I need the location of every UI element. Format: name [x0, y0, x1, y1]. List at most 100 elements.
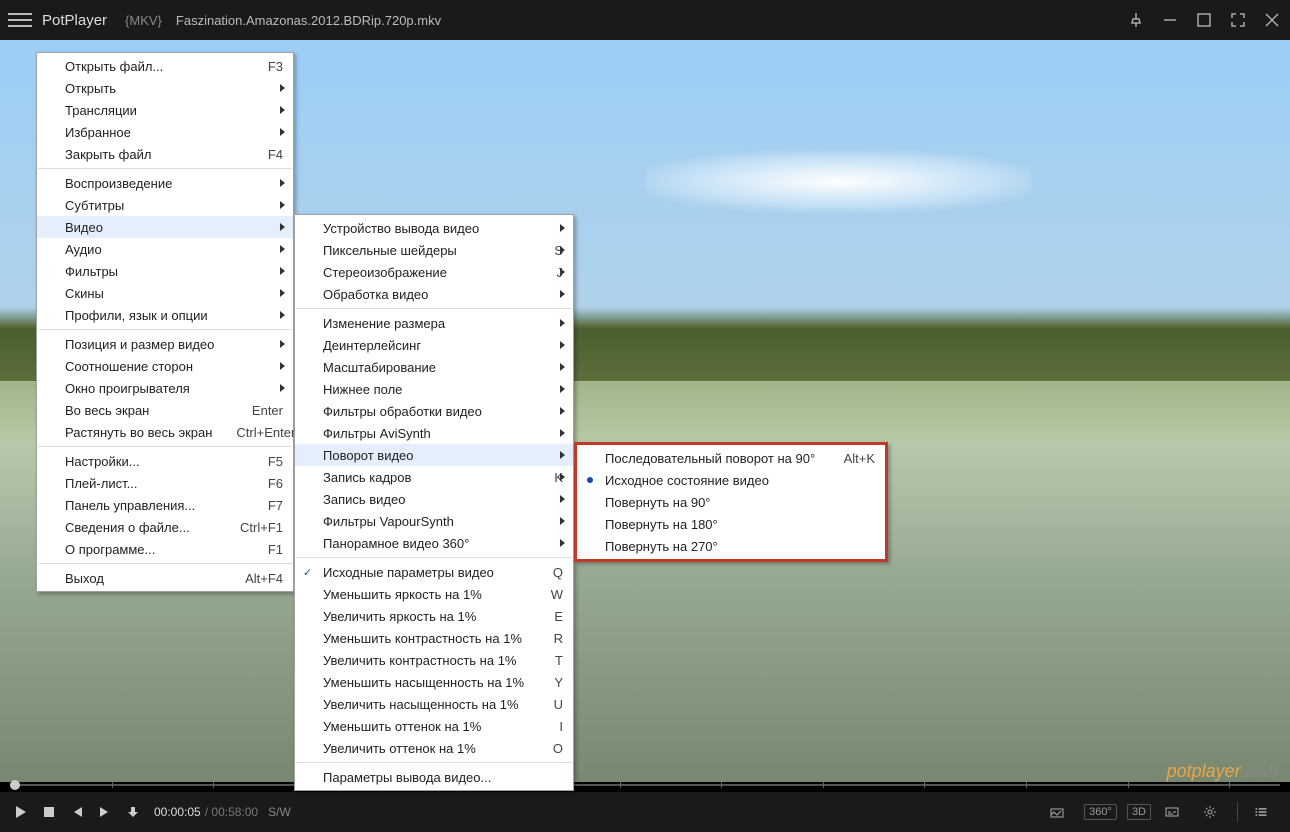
stop-button[interactable] [38, 801, 60, 823]
menu-item[interactable]: Обработка видео [295, 283, 573, 305]
menu-item-shortcut: F7 [268, 498, 283, 513]
menu-item[interactable]: Уменьшить насыщенность на 1%Y [295, 671, 573, 693]
seekbar-track[interactable] [10, 784, 1280, 786]
menu-item[interactable]: ВыходAlt+F4 [37, 567, 293, 589]
menu-item[interactable]: Настройки...F5 [37, 450, 293, 472]
menu-item[interactable]: Запись кадровK [295, 466, 573, 488]
menu-item[interactable]: Увеличить оттенок на 1%O [295, 737, 573, 759]
close-button[interactable] [1262, 10, 1282, 30]
menu-item-shortcut: Ctrl+Enter [236, 425, 295, 440]
menu-item-label: Выход [65, 571, 221, 586]
open-file-button[interactable] [122, 801, 144, 823]
seekbar-thumb[interactable] [10, 780, 20, 790]
fullscreen-button[interactable] [1228, 10, 1248, 30]
menu-item-label: Нижнее поле [323, 382, 563, 397]
renderer-indicator[interactable]: S/W [268, 805, 291, 819]
menu-item[interactable]: Устройство вывода видео [295, 217, 573, 239]
menu-item[interactable]: Во весь экранEnter [37, 399, 293, 421]
menu-item[interactable]: Окно проигрывателя [37, 377, 293, 399]
menu-item[interactable]: Запись видео [295, 488, 573, 510]
next-button[interactable] [94, 801, 116, 823]
menu-item-label: Увеличить насыщенность на 1% [323, 697, 530, 712]
menu-item[interactable]: Воспроизведение [37, 172, 293, 194]
360-button[interactable]: 360° [1084, 804, 1117, 820]
menu-item[interactable]: Аудио [37, 238, 293, 260]
menu-item[interactable]: Закрыть файлF4 [37, 143, 293, 165]
settings-button[interactable] [1199, 801, 1221, 823]
menu-item[interactable]: Фильтры обработки видео [295, 400, 573, 422]
submenu-arrow-icon [280, 84, 285, 92]
menu-item[interactable]: Уменьшить яркость на 1%W [295, 583, 573, 605]
menu-item[interactable]: Фильтры VapourSynth [295, 510, 573, 532]
menu-item[interactable]: Позиция и размер видео [37, 333, 293, 355]
menu-item[interactable]: Панорамное видео 360° [295, 532, 573, 554]
menu-item[interactable]: Нижнее поле [295, 378, 573, 400]
menu-item[interactable]: Повернуть на 270° [577, 535, 885, 557]
subtitle-button[interactable] [1161, 801, 1183, 823]
menu-item[interactable]: О программе...F1 [37, 538, 293, 560]
menu-item[interactable]: Пиксельные шейдерыS [295, 239, 573, 261]
submenu-arrow-icon [280, 223, 285, 231]
play-button[interactable] [10, 801, 32, 823]
menu-item[interactable]: Поворот видео [295, 444, 573, 466]
menu-item[interactable]: Повернуть на 180° [577, 513, 885, 535]
minimize-button[interactable] [1160, 10, 1180, 30]
menu-item[interactable]: Последовательный поворот на 90°Alt+K [577, 447, 885, 469]
menu-item-label: Параметры вывода видео... [323, 770, 563, 785]
menu-item[interactable]: Деинтерлейсинг [295, 334, 573, 356]
menu-item[interactable]: Фильтры [37, 260, 293, 282]
menu-item-label: Во весь экран [65, 403, 228, 418]
menu-item-label: Уменьшить насыщенность на 1% [323, 675, 530, 690]
menu-item-label: Повернуть на 270° [605, 539, 875, 554]
submenu-arrow-icon [280, 362, 285, 370]
menu-item[interactable]: Растянуть во весь экранCtrl+Enter [37, 421, 293, 443]
titlebar: PotPlayer {MKV} Faszination.Amazonas.201… [0, 0, 1290, 40]
menu-item-label: Масштабирование [323, 360, 563, 375]
menu-item[interactable]: Уменьшить оттенок на 1%I [295, 715, 573, 737]
menu-item[interactable]: Открыть [37, 77, 293, 99]
submenu-arrow-icon [560, 246, 565, 254]
menu-item[interactable]: Профили, язык и опции [37, 304, 293, 326]
menu-item[interactable]: Исходное состояние видео [577, 469, 885, 491]
menu-item[interactable]: Плей-лист...F6 [37, 472, 293, 494]
menu-item[interactable]: Повернуть на 90° [577, 491, 885, 513]
menu-item[interactable]: Изменение размера [295, 312, 573, 334]
prev-button[interactable] [66, 801, 88, 823]
menu-item[interactable]: Видео [37, 216, 293, 238]
menu-item-shortcut: R [554, 631, 563, 646]
menu-item[interactable]: Параметры вывода видео... [295, 766, 573, 788]
menu-item[interactable]: Скины [37, 282, 293, 304]
menu-item[interactable]: Трансляции [37, 99, 293, 121]
menu-item[interactable]: Масштабирование [295, 356, 573, 378]
submenu-arrow-icon [280, 128, 285, 136]
menu-item[interactable]: Увеличить насыщенность на 1%U [295, 693, 573, 715]
menu-item[interactable]: Уменьшить контрастность на 1%R [295, 627, 573, 649]
time-current: 00:00:05 [154, 805, 201, 819]
menu-item[interactable]: ✓Исходные параметры видеоQ [295, 561, 573, 583]
menu-item-shortcut: I [559, 719, 563, 734]
menu-item[interactable]: Увеличить контрастность на 1%T [295, 649, 573, 671]
screenshot-button[interactable] [1046, 801, 1068, 823]
menu-item-label: Запись видео [323, 492, 563, 507]
menu-item[interactable]: Панель управления...F7 [37, 494, 293, 516]
menu-item-shortcut: T [555, 653, 563, 668]
menu-item-label: Изменение размера [323, 316, 563, 331]
playlist-button[interactable] [1248, 801, 1274, 823]
menu-item[interactable]: Увеличить яркость на 1%E [295, 605, 573, 627]
submenu-arrow-icon [280, 340, 285, 348]
menu-item[interactable]: СтереоизображениеJ [295, 261, 573, 283]
3d-button[interactable]: 3D [1127, 804, 1151, 820]
seekbar[interactable] [10, 782, 1280, 788]
maximize-button[interactable] [1194, 10, 1214, 30]
menu-item[interactable]: Открыть файл...F3 [37, 55, 293, 77]
menu-item[interactable]: Сведения о файле...Ctrl+F1 [37, 516, 293, 538]
menu-item[interactable]: Избранное [37, 121, 293, 143]
menu-item-shortcut: Q [553, 565, 563, 580]
menu-item-label: Фильтры AviSynth [323, 426, 563, 441]
submenu-arrow-icon [560, 385, 565, 393]
pin-button[interactable] [1126, 10, 1146, 30]
menu-item[interactable]: Субтитры [37, 194, 293, 216]
hamburger-menu-button[interactable] [8, 8, 32, 32]
menu-item[interactable]: Фильтры AviSynth [295, 422, 573, 444]
menu-item[interactable]: Соотношение сторон [37, 355, 293, 377]
